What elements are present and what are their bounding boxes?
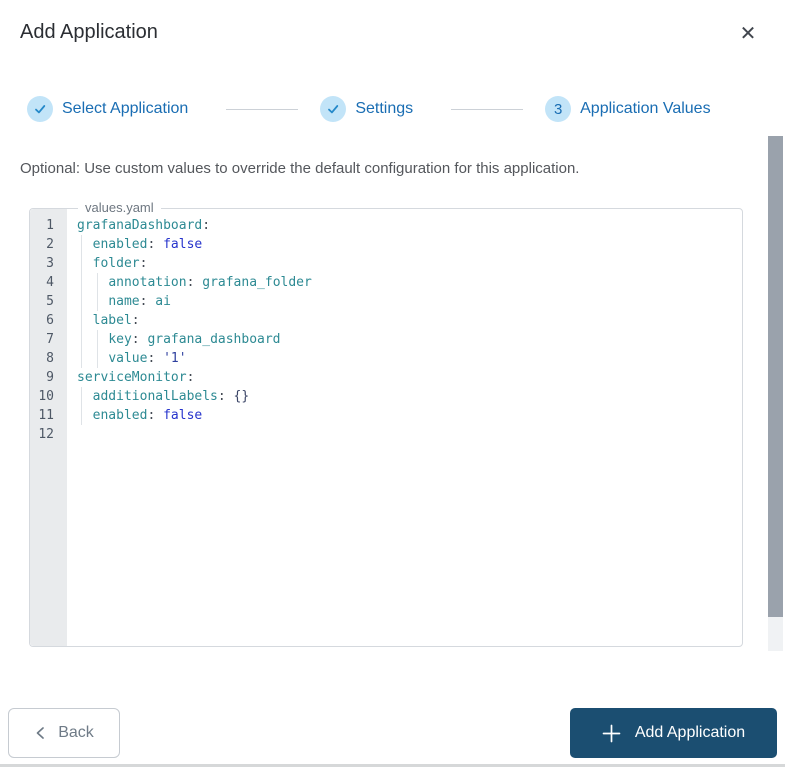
code-token-key: value — [108, 351, 148, 366]
code-token-key: label — [92, 313, 132, 328]
code-line[interactable] — [67, 425, 742, 444]
optional-hint: Optional: Use custom values to override … — [20, 160, 580, 177]
code-token-bool: false — [155, 237, 203, 252]
code-token-key: enabled — [92, 408, 148, 423]
add-application-button[interactable]: Add Application — [570, 708, 777, 758]
close-icon[interactable]: ✕ — [735, 20, 761, 46]
step-select-application[interactable]: Select Application — [27, 96, 188, 122]
step-settings[interactable]: Settings — [320, 96, 413, 122]
indent-guide — [81, 387, 82, 406]
indent-guide — [81, 254, 82, 273]
code-token-key: name — [108, 294, 140, 309]
line-number: 9 — [46, 370, 54, 385]
line-number: 10 — [38, 389, 54, 404]
line-number: 8 — [46, 351, 54, 366]
step-complete-check-icon — [27, 96, 53, 122]
step-complete-check-icon — [320, 96, 347, 122]
editor-body[interactable]: 1 2 3 4 5 6 7 8 9 10 11 12 grafanaDashboard: enable… — [30, 209, 742, 646]
indent-guide — [81, 311, 82, 330]
code-line[interactable]: enabled: false — [67, 235, 742, 254]
step-label: Settings — [355, 100, 414, 117]
code-line[interactable]: additionalLabels: {} — [67, 387, 742, 406]
code-token-punc: : — [131, 332, 140, 347]
code-line[interactable]: label: — [67, 311, 742, 330]
line-number: 5 — [46, 294, 54, 309]
chevron-left-icon — [36, 727, 45, 739]
indent-guide — [81, 330, 82, 349]
indent-guide — [81, 406, 82, 425]
line-number: 12 — [38, 427, 54, 442]
code-token-punc: : — [202, 218, 211, 233]
code-line[interactable]: serviceMonitor: — [67, 368, 742, 387]
line-number: 1 — [46, 218, 54, 233]
step-connector — [451, 108, 524, 110]
line-number-gutter: 1 2 3 4 5 6 7 8 9 10 11 12 — [30, 209, 67, 646]
code-token-key: key — [108, 332, 132, 347]
indent-guide — [81, 292, 82, 311]
scrollbar-thumb[interactable] — [768, 136, 783, 617]
code-token-bool: false — [155, 408, 203, 423]
code-token-key: grafanaDashboard — [77, 218, 203, 233]
scrollbar-track[interactable] — [768, 136, 783, 651]
line-number: 6 — [46, 313, 54, 328]
code-token-val: grafana_dashboard — [139, 332, 281, 347]
code-token-obj: {} — [225, 389, 250, 404]
stepper: Select Application Settings 3 Application V… — [27, 96, 765, 122]
code-token-punc: : — [139, 256, 148, 271]
code-line[interactable]: annotation: grafana_folder — [67, 273, 742, 292]
indent-guide — [96, 349, 98, 368]
code-token-punc: : — [217, 389, 226, 404]
line-number: 7 — [46, 332, 54, 347]
back-button-label: Back — [58, 724, 94, 741]
code-token-val: ai — [147, 294, 171, 309]
indent-guide — [96, 292, 98, 311]
code-token-key: enabled — [92, 237, 148, 252]
indent-guide — [81, 273, 82, 292]
back-button[interactable]: Back — [8, 708, 120, 758]
code-token-punc: : — [186, 370, 195, 385]
editor-filename-label: values.yaml — [78, 200, 161, 215]
code-area[interactable]: grafanaDashboard: enabled: false folder:… — [67, 209, 742, 646]
code-token-punc: : — [131, 313, 140, 328]
code-token-str: '1' — [155, 351, 187, 366]
code-token-key: additionalLabels — [92, 389, 218, 404]
step-number: 3 — [553, 100, 563, 118]
plus-icon — [602, 724, 621, 742]
step-label: Application Values — [580, 100, 711, 117]
step-number-badge: 3 — [545, 96, 572, 122]
indent-guide — [81, 349, 82, 368]
indent-guide — [96, 273, 98, 292]
code-token-key: serviceMonitor — [77, 370, 187, 385]
indent-guide — [81, 235, 82, 254]
step-label: Select Application — [62, 100, 189, 117]
indent-guide — [96, 330, 98, 349]
code-line[interactable]: key: grafana_dashboard — [67, 330, 742, 349]
values-yaml-editor[interactable]: values.yaml 1 2 3 4 5 6 7 8 9 10 11 12 grafanaDashb… — [29, 200, 743, 647]
line-number: 4 — [46, 275, 54, 290]
code-line[interactable]: name: ai — [67, 292, 742, 311]
code-token-key: folder — [92, 256, 140, 271]
code-line[interactable]: value: '1' — [67, 349, 742, 368]
step-connector — [226, 108, 299, 110]
add-application-modal: Add Application ✕ Select Application Sett… — [0, 0, 785, 767]
line-number: 3 — [46, 256, 54, 271]
line-number: 2 — [46, 237, 54, 252]
code-line[interactable]: folder: — [67, 254, 742, 273]
code-token-key: annotation — [108, 275, 187, 290]
code-token-val: grafana_folder — [194, 275, 312, 290]
code-line[interactable]: enabled: false — [67, 406, 742, 425]
line-number: 11 — [38, 408, 54, 423]
code-line[interactable]: grafanaDashboard: — [67, 216, 742, 235]
page-title: Add Application — [20, 21, 158, 43]
step-application-values[interactable]: 3 Application Values — [545, 96, 711, 122]
add-application-button-label: Add Application — [634, 724, 746, 741]
